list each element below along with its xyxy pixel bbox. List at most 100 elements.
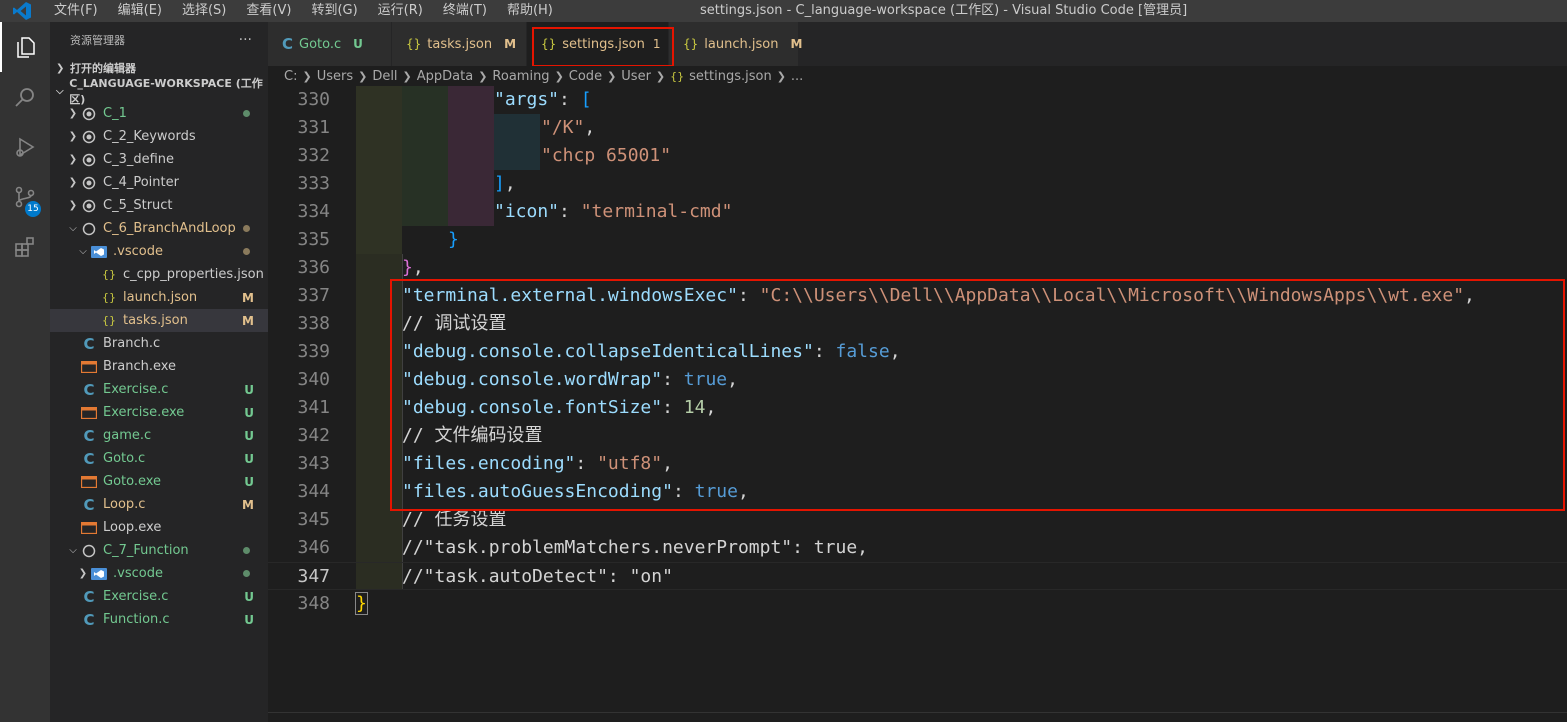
tree-item-label: C_5_Struct [103,198,173,213]
breadcrumb-item[interactable]: C: [284,69,297,84]
tree-item[interactable]: ❯ C_5_Struct [50,194,268,217]
tree-item-label: .vscode [113,244,163,259]
tree-item[interactable]: ⌵ C_7_Function [50,539,268,562]
code-line: 336}, [297,257,424,278]
menu-terminal[interactable]: 终端(T) [433,0,497,22]
code-line: 333], [297,173,516,194]
tree-item-label: c_cpp_properties.json [123,267,264,282]
vscode-logo-icon[interactable] [0,0,44,22]
tree-item[interactable]: C Exercise.c U [50,585,268,608]
tree-item-label: Goto.c [103,451,146,466]
exe-file-icon [80,406,98,419]
tree-item[interactable]: ⌵ C_6_BranchAndLoop [50,217,268,240]
run-debug-icon[interactable] [0,122,50,172]
tree-item[interactable]: ⌵ .vscode [50,240,268,263]
breadcrumb-item[interactable]: ... [791,69,803,84]
exe-file-icon [80,360,98,373]
tree-item-label: Exercise.exe [103,405,185,420]
tree-item-label: Loop.exe [103,520,162,535]
tab-tasks-json[interactable]: {} tasks.json M [392,22,527,66]
breadcrumb-item[interactable]: Dell [372,69,397,84]
menu-go[interactable]: 转到(G) [301,0,367,22]
folder-icon [80,199,98,213]
workspace-section[interactable]: ⌵ C_LANGUAGE-WORKSPACE (工作区) [50,77,268,106]
vscode-folder-icon [90,245,108,258]
code-line: 346//"task.problemMatchers.neverPrompt":… [297,537,868,558]
breadcrumb-item[interactable]: AppData [417,69,473,84]
tree-item-label: game.c [103,428,152,443]
git-status-badge: M [242,313,254,328]
source-control-icon[interactable]: 15 [0,172,50,222]
menu-run[interactable]: 运行(R) [368,0,433,22]
code-editor[interactable]: 330 "args": [ 331 "/K", 332 "chcp 65001" 33… [268,86,1567,712]
tree-item-label: C_3_define [103,152,175,167]
activity-bar: 15 [0,22,50,722]
code-line: 330 "args": [ [297,89,592,110]
git-status-dot [243,110,250,117]
tree-item[interactable]: ❯ .vscode [50,562,268,585]
exe-file-icon [80,521,98,534]
tree-item-label: Goto.exe [103,474,162,489]
breadcrumb-item[interactable]: User [621,69,651,84]
tree-item[interactable]: Cgame.c U [50,424,268,447]
tree-item[interactable]: ❯ C_1 [50,102,268,125]
tree-item[interactable]: {} c_cpp_properties.json [50,263,268,286]
breadcrumb-item[interactable]: Code [569,69,602,84]
tree-item-label: .vscode [113,566,163,581]
tab-goto-c[interactable]: C Goto.c U [268,22,392,66]
c-file-icon: C [83,449,95,468]
tree-item-label: Branch.c [103,336,161,351]
menu-help[interactable]: 帮助(H) [497,0,563,22]
tree-item[interactable]: {} tasks.json M [50,309,268,332]
extensions-icon[interactable] [0,222,50,272]
code-line: 348} [297,592,368,615]
tree-item[interactable]: Goto.exe U [50,470,268,493]
explorer-header: 资源管理器 ··· [50,22,268,57]
breadcrumb-item[interactable]: Roaming [492,69,549,84]
tree-item[interactable]: C Loop.c M [50,493,268,516]
tab-status: U [353,37,363,51]
breadcrumb: C: ❯ Users ❯ Dell ❯ AppData ❯ Roaming ❯ Code ❯… [268,66,1567,86]
explorer-title: 资源管理器 [70,33,125,47]
code-line: 334 "icon": "terminal-cmd" [297,201,733,222]
tree-item[interactable]: ❯ C_2_Keywords [50,125,268,148]
search-icon[interactable] [0,72,50,122]
chevron-down-icon: ⌵ [56,85,64,97]
json-file-icon: {} [102,314,116,327]
menu-view[interactable]: 查看(V) [236,0,301,22]
folder-icon [80,176,98,190]
tab-label: tasks.json [427,36,493,52]
tree-item[interactable]: {} launch.json M [50,286,268,309]
c-file-icon: C [83,495,95,514]
breadcrumb-item[interactable]: settings.json [689,69,772,84]
tree-item[interactable]: C Function.c U [50,608,268,631]
menu-selection[interactable]: 选择(S) [172,0,236,22]
json-file-icon: {} [102,268,116,281]
chevron-right-icon: ❯ [68,108,78,119]
tree-item[interactable]: Branch.exe [50,355,268,378]
tree-item[interactable]: C Goto.c U [50,447,268,470]
explorer-icon[interactable] [0,22,50,72]
tree-item[interactable]: Exercise.exe U [50,401,268,424]
folder-icon [80,130,98,144]
code-highlight-box [390,279,1565,511]
code-line: 332 "chcp 65001" [297,145,672,166]
tab-launch-json[interactable]: {} launch.json M [669,22,802,66]
code-line: 331 "/K", [297,117,596,138]
tree-item[interactable]: Loop.exe [50,516,268,539]
tree-item-label: C_4_Pointer [103,175,179,190]
more-actions-icon[interactable]: ··· [239,32,252,48]
menu-file[interactable]: 文件(F) [44,0,108,22]
c-file-icon: C [83,380,95,399]
tree-item[interactable]: ❯ C_3_define [50,148,268,171]
tree-item[interactable]: C Branch.c [50,332,268,355]
breadcrumb-item[interactable]: Users [317,69,353,84]
tree-item[interactable]: ❯ C_4_Pointer [50,171,268,194]
folder-icon [80,153,98,167]
tree-item-label: C_2_Keywords [103,129,196,144]
vscode-folder-icon [90,567,108,580]
tree-item[interactable]: C Exercise.c U [50,378,268,401]
tree-item-label: Function.c [103,612,170,627]
chevron-right-icon: ❯ [56,62,65,74]
menu-edit[interactable]: 编辑(E) [108,0,172,22]
